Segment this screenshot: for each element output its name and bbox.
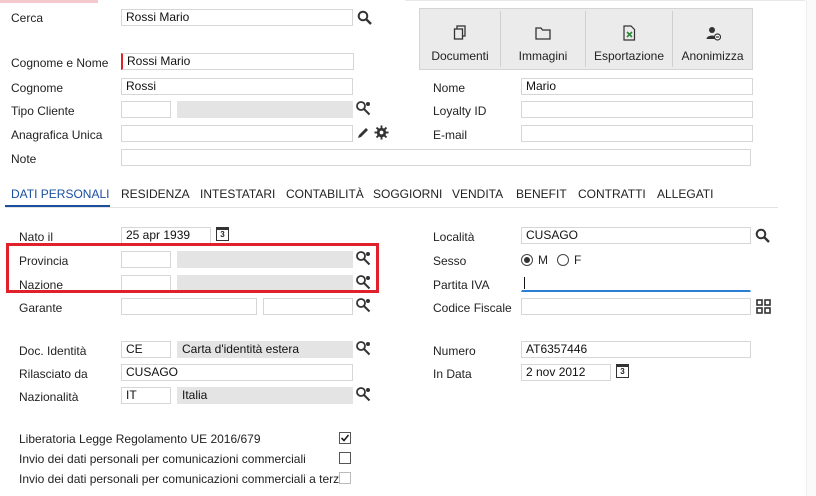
search-input[interactable]: Rossi Mario xyxy=(121,9,353,26)
tipo-cliente-desc-field xyxy=(177,101,353,118)
garante-label: Garante xyxy=(19,301,63,315)
text-cursor xyxy=(524,277,525,289)
doc-code-field[interactable]: CE xyxy=(121,341,171,358)
tipo-cliente-code-field[interactable] xyxy=(121,101,171,118)
localita-field[interactable]: CUSAGO xyxy=(521,227,751,244)
anagrafica-label: Anagrafica Unica xyxy=(11,128,103,142)
rilasciato-label: Rilasciato da xyxy=(19,367,88,381)
gear-icon[interactable] xyxy=(373,124,389,140)
tab-allegati[interactable]: ALLEGATI xyxy=(657,187,713,201)
doc-desc-field: Carta d'identità estera xyxy=(177,341,353,358)
cognome-nome-label: Cognome e Nome xyxy=(11,56,109,70)
cognome-nome-field[interactable]: Rossi Mario xyxy=(121,53,354,70)
sesso-label: Sesso xyxy=(433,254,467,268)
lookup-key-icon[interactable] xyxy=(355,386,371,402)
loyalty-label: Loyalty ID xyxy=(433,104,487,118)
nazionalita-label: Nazionalità xyxy=(19,390,79,404)
numero-label: Numero xyxy=(433,344,476,358)
note-label: Note xyxy=(11,152,37,166)
sesso-f-label: F xyxy=(574,253,582,267)
highlight-box xyxy=(6,243,379,293)
consent-checkbox[interactable] xyxy=(339,452,351,464)
nato-il-label: Nato il xyxy=(19,230,54,244)
immagini-button[interactable]: Immagini xyxy=(501,9,585,69)
tab-intestatari[interactable]: INTESTATARI xyxy=(200,187,275,201)
numero-field[interactable]: AT6357446 xyxy=(521,341,751,358)
nato-il-field[interactable]: 25 apr 1939 xyxy=(121,227,211,244)
scrollbar-track[interactable] xyxy=(806,0,816,496)
localita-label: Località xyxy=(433,230,475,244)
rilasciato-field[interactable]: CUSAGO xyxy=(121,364,353,381)
sesso-f-radio[interactable] xyxy=(557,254,569,266)
consent-checkbox[interactable] xyxy=(339,432,351,444)
lookup-key-icon[interactable] xyxy=(355,340,371,356)
lookup-key-icon[interactable] xyxy=(355,297,371,313)
user-anonymize-icon xyxy=(705,25,721,44)
email-field[interactable] xyxy=(521,125,753,142)
excel-export-icon xyxy=(622,24,636,44)
top-divider xyxy=(405,0,805,1)
esportazione-label: Esportazione xyxy=(593,49,665,63)
documenti-button[interactable]: Documenti xyxy=(420,9,500,69)
cognome-label: Cognome xyxy=(11,81,64,95)
tab-benefit[interactable]: BENEFIT xyxy=(516,187,567,201)
consent-label: Invio dei dati personali per comunicazio… xyxy=(19,452,306,466)
esportazione-button[interactable]: Esportazione xyxy=(586,9,672,69)
loyalty-field[interactable] xyxy=(521,101,753,118)
search-icon[interactable] xyxy=(754,227,770,243)
consent-label: Liberatoria Legge Regolamento UE 2016/67… xyxy=(19,432,261,446)
anonimizza-button[interactable]: Anonimizza xyxy=(673,9,752,69)
nome-field[interactable]: Mario xyxy=(521,78,753,95)
tipo-cliente-label: Tipo Cliente xyxy=(11,104,75,118)
nome-label: Nome xyxy=(433,81,466,95)
checkmark-icon xyxy=(340,434,350,442)
tabs-divider xyxy=(5,207,778,208)
anagrafica-field[interactable] xyxy=(121,125,353,142)
grid-calculator-icon[interactable] xyxy=(755,298,771,314)
documents-icon xyxy=(453,24,467,44)
folder-icon xyxy=(535,26,551,43)
partita-iva-field[interactable] xyxy=(521,275,751,292)
tab-contratti[interactable]: CONTRATTI xyxy=(578,187,646,201)
in-data-label: In Data xyxy=(433,367,472,381)
top-accent-strip xyxy=(0,0,98,3)
calendar-icon[interactable]: 3 xyxy=(616,364,629,378)
tab-dati-personali[interactable]: DATI PERSONALI xyxy=(11,187,109,201)
nazionalita-code-field[interactable]: IT xyxy=(121,387,171,404)
partita-iva-label: Partita IVA xyxy=(433,278,490,292)
codice-fiscale-label: Codice Fiscale xyxy=(433,301,512,315)
sesso-m-label: M xyxy=(538,253,548,267)
pencil-icon[interactable] xyxy=(355,125,371,141)
anonimizza-label: Anonimizza xyxy=(681,49,744,63)
calendar-icon[interactable]: 3 xyxy=(216,227,229,241)
nazionalita-desc-field: Italia xyxy=(177,387,353,404)
in-data-field[interactable]: 2 nov 2012 xyxy=(521,364,611,381)
immagini-label: Immagini xyxy=(518,49,568,63)
tab-soggiorni[interactable]: SOGGIORNI xyxy=(373,187,442,201)
search-icon[interactable] xyxy=(356,9,372,25)
radio-selected-dot xyxy=(524,257,530,263)
search-label: Cerca xyxy=(11,11,44,25)
sesso-m-radio[interactable] xyxy=(521,254,533,266)
note-field[interactable] xyxy=(121,149,751,166)
tab-vendita[interactable]: VENDITA xyxy=(452,187,503,201)
garante-desc-field xyxy=(263,298,353,315)
tab-residenza[interactable]: RESIDENZA xyxy=(121,187,190,201)
documenti-label: Documenti xyxy=(431,49,489,63)
lookup-key-icon[interactable] xyxy=(355,100,371,116)
codice-fiscale-field[interactable] xyxy=(521,298,751,315)
tab-contabilita[interactable]: CONTABILITÀ xyxy=(286,187,364,201)
cognome-field[interactable]: Rossi xyxy=(121,78,353,95)
consent-label: Invio dei dati personali per comunicazio… xyxy=(19,472,342,486)
email-label: E-mail xyxy=(433,128,468,142)
garante-field[interactable] xyxy=(121,298,257,315)
consent-checkbox[interactable] xyxy=(339,472,351,484)
action-toolbar: Documenti Immagini Esportazione Anonimiz… xyxy=(419,8,753,70)
doc-identita-label: Doc. Identità xyxy=(19,344,87,358)
